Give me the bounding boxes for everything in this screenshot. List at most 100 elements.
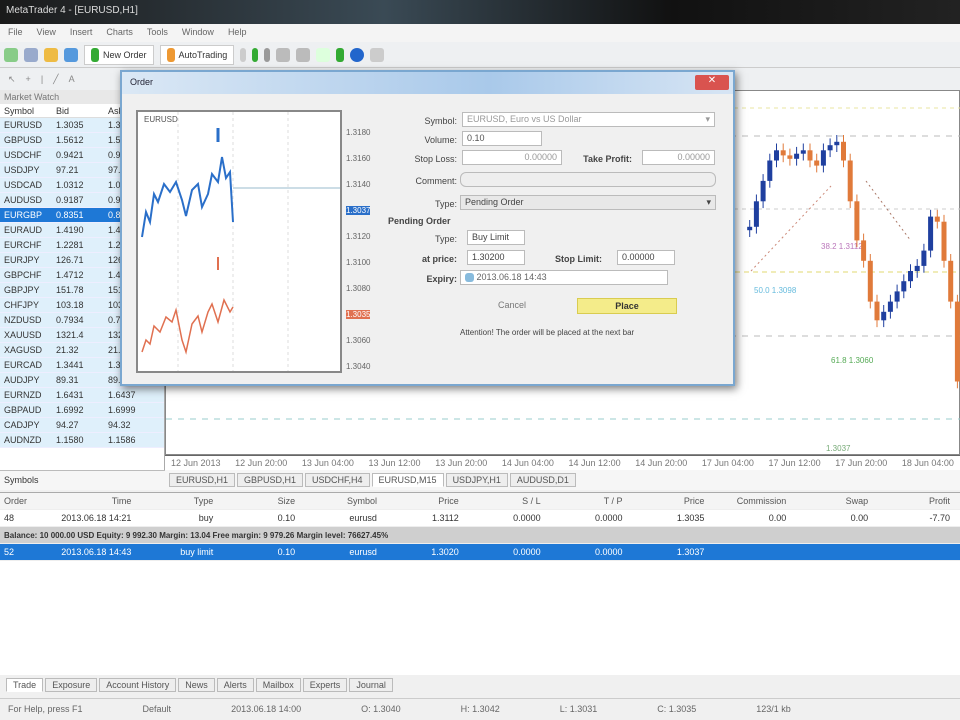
templates-icon[interactable] [370, 47, 385, 62]
column-header[interactable]: Order [4, 496, 56, 506]
close-button[interactable]: ✕ [695, 75, 729, 90]
new-chart-icon[interactable] [4, 47, 18, 62]
market-cell: 1.6431 [56, 390, 84, 400]
cancel-button[interactable]: Cancel [472, 298, 552, 314]
candle [861, 240, 867, 261]
table-cell: 1.3037 [676, 547, 705, 557]
place-button[interactable]: Place [577, 298, 677, 314]
terminal-tab[interactable]: Journal [349, 678, 393, 692]
terminal-tab[interactable]: Alerts [216, 678, 254, 692]
ask-ticks [141, 297, 234, 355]
symbol-select[interactable]: EURUSD, Euro vs US Dollar ▾ [462, 112, 715, 127]
market-cell: 1.4190 [56, 225, 84, 235]
column-header[interactable]: Commission [710, 496, 792, 506]
column-header[interactable]: Swap [792, 496, 874, 506]
candlestick-icon[interactable] [252, 47, 259, 62]
price-input[interactable]: 1.30200 [467, 250, 525, 265]
candle [887, 301, 893, 312]
zoom-out-icon[interactable] [296, 47, 311, 62]
column-header[interactable]: Price [629, 496, 711, 506]
list-item[interactable]: EURNZD 1.6431 1.6437 [0, 388, 164, 403]
chart-tab[interactable]: EURUSD,M15 [371, 473, 444, 487]
terminal-tab[interactable]: Mailbox [255, 678, 301, 692]
text-icon[interactable]: A [69, 74, 75, 84]
menu-item[interactable]: Window [182, 27, 214, 39]
menu-item[interactable]: Help [228, 27, 247, 39]
tick-chart-canvas: EURUSD [141, 112, 340, 371]
take-profit-input[interactable]: 0.00000 [642, 150, 715, 165]
terminal-tab[interactable]: News [178, 678, 215, 692]
profiles-icon[interactable] [24, 47, 38, 62]
column-header[interactable]: Profit [874, 496, 956, 506]
candle [814, 160, 820, 166]
list-item[interactable]: CADJPY 94.27 94.32 [0, 418, 164, 433]
navigator-icon[interactable] [64, 47, 78, 62]
stop-limit-value: 0.00000 [622, 252, 655, 262]
expiry-input[interactable]: 2013.06.18 14:43 [460, 270, 668, 285]
cursor-icon[interactable]: ↖ [8, 74, 16, 85]
candle [760, 180, 766, 202]
market-cell: NZDUSD [4, 315, 42, 325]
menu-item[interactable]: Insert [70, 27, 93, 39]
candle [820, 150, 826, 166]
terminal-tab[interactable]: Trade [6, 678, 44, 692]
crosshair-icon[interactable]: + [26, 74, 31, 84]
column-header[interactable]: Price [383, 496, 465, 506]
pending-order-row[interactable]: 52 2013.06.18 14:43 buy limit 0.10 eurusd 1.3… [0, 544, 960, 561]
terminal-tab[interactable]: Exposure [45, 678, 98, 692]
column-header[interactable]: S / L [465, 496, 547, 506]
column-header[interactable]: Symbol [301, 496, 383, 506]
zoom-in-icon[interactable] [276, 47, 291, 62]
candle [928, 216, 934, 251]
candle [914, 265, 920, 271]
trendline[interactable] [865, 180, 912, 242]
table-cell: buy [198, 513, 214, 523]
table-row[interactable]: 48 2013.06.18 14:21 buy 0.10 eurusd 1.3112 0.0… [0, 510, 960, 527]
vertical-line-icon[interactable]: | [41, 74, 43, 84]
column-header[interactable]: Time [56, 496, 138, 506]
terminal-tab[interactable]: Account History [99, 678, 177, 692]
chart-tab[interactable]: EURUSD,H1 [169, 473, 236, 487]
autotrading-button[interactable]: AutoTrading [159, 44, 235, 65]
chart-tab[interactable]: AUDUSD,D1 [509, 473, 576, 487]
menu-item[interactable]: View [37, 27, 56, 39]
column-header[interactable]: T / P [547, 496, 629, 506]
column-header[interactable]: Type [137, 496, 219, 506]
candle [780, 150, 786, 156]
candle [901, 281, 907, 292]
fib-label: 50.0 1.3098 [754, 286, 797, 295]
volume-input[interactable]: 0.10 [462, 131, 542, 146]
time-label: 17 Jun 12:00 [768, 458, 821, 468]
col-symbol[interactable]: Symbol [4, 106, 56, 116]
menu-item[interactable]: Charts [106, 27, 133, 39]
line-chart-icon[interactable] [264, 47, 271, 62]
tab-symbols[interactable]: Symbols [0, 470, 165, 490]
trendline-icon[interactable]: ╱ [53, 74, 58, 85]
menu-item[interactable]: File [8, 27, 23, 39]
bar-chart-icon[interactable] [240, 47, 247, 62]
list-item[interactable]: AUDNZD 1.1580 1.1586 [0, 433, 164, 448]
tile-icon[interactable] [316, 47, 331, 62]
status-field: 2013.06.18 14:00 [231, 704, 302, 714]
menu-item[interactable]: Tools [147, 27, 168, 39]
pending-type-select[interactable]: Buy Limit [467, 230, 525, 245]
candle [807, 150, 813, 161]
column-header[interactable]: Size [219, 496, 301, 506]
chart-tab[interactable]: GBPUSD,H1 [237, 473, 304, 487]
comment-input[interactable] [460, 172, 716, 187]
checkbox-icon[interactable] [465, 273, 474, 283]
stop-loss-input[interactable]: 0.00000 [462, 150, 562, 165]
terminal-tab[interactable]: Experts [302, 678, 348, 692]
list-item[interactable]: GBPAUD 1.6992 1.6999 [0, 403, 164, 418]
chart-tab[interactable]: USDJPY,H1 [445, 473, 508, 487]
chart-tab[interactable]: USDCHF,H4 [305, 473, 370, 487]
col-bid[interactable]: Bid [56, 106, 108, 116]
market-cell: EURCAD [4, 360, 43, 370]
indicators-icon[interactable] [350, 47, 365, 62]
order-type-select[interactable]: Pending Order ▾ [460, 195, 716, 210]
stop-limit-input[interactable]: 0.00000 [617, 250, 675, 265]
candle [827, 145, 833, 151]
autoscroll-icon[interactable] [336, 47, 345, 62]
new-order-button[interactable]: New Order [84, 44, 154, 65]
market-watch-icon[interactable] [44, 47, 58, 62]
